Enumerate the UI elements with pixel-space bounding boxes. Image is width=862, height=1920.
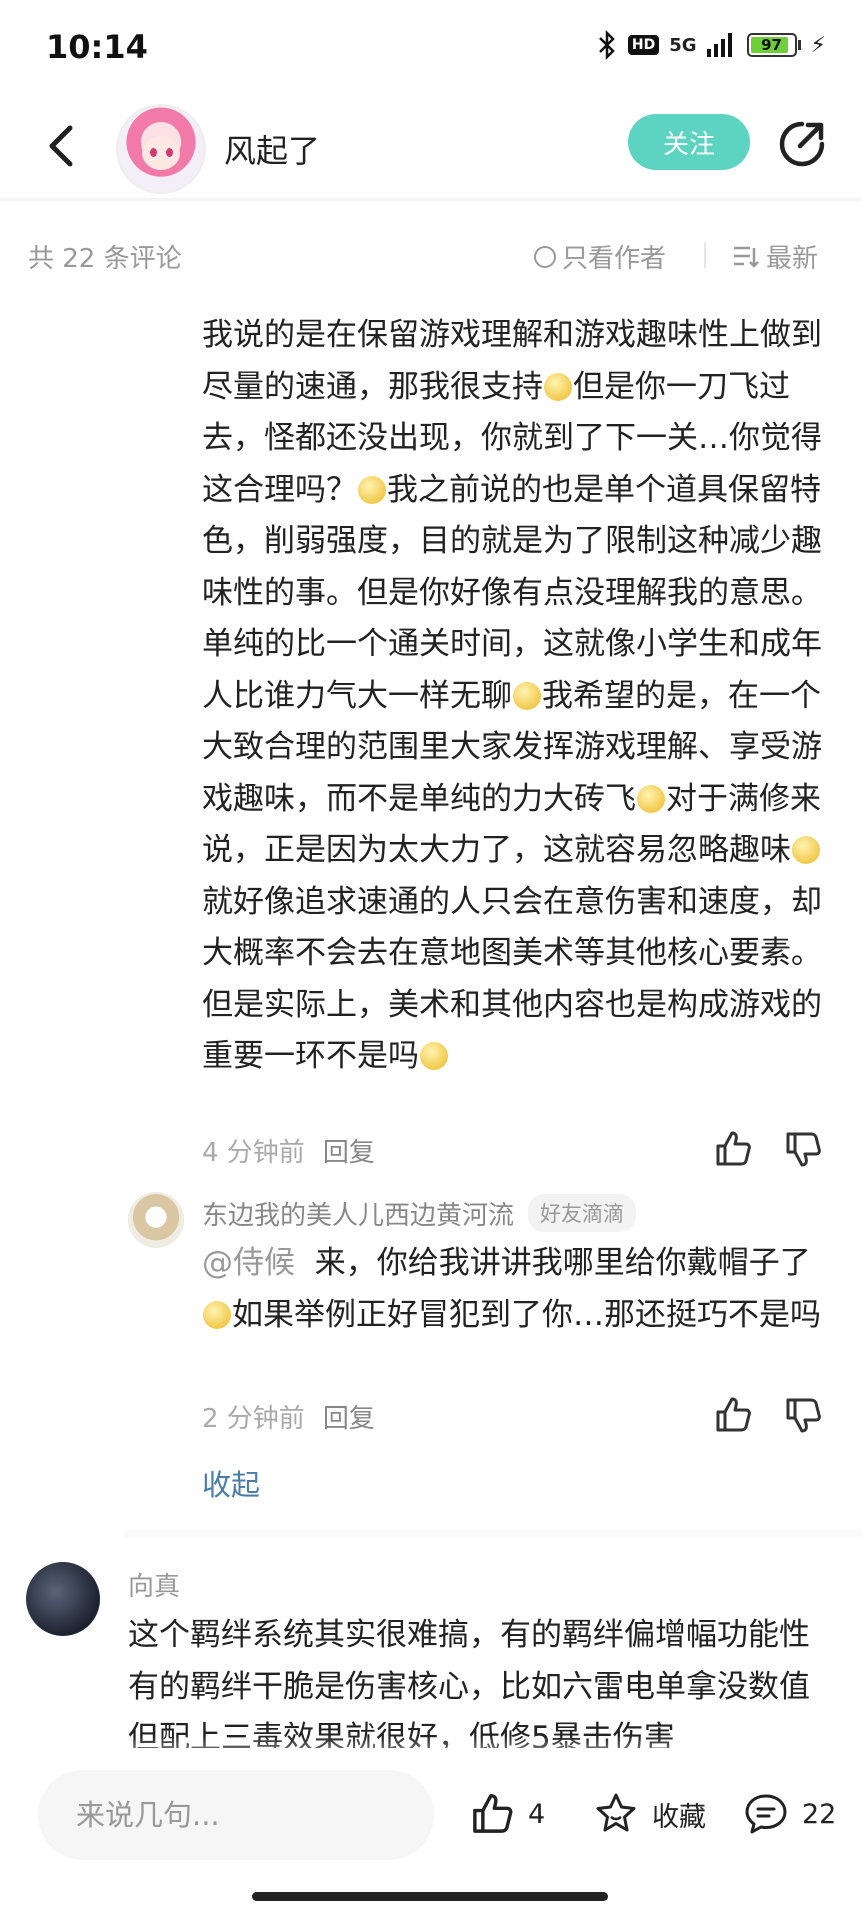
comment-bubble-icon	[745, 1794, 787, 1834]
emoji-icon	[544, 372, 572, 401]
commenter-name[interactable]: 向真	[128, 1566, 180, 1603]
emoji-icon	[203, 1300, 231, 1329]
author-avatar[interactable]	[116, 104, 206, 194]
sort-label: 最新	[766, 244, 819, 274]
comment-body: 我说的是在保留游戏理解和游戏趣味性上做到尽量的速通，那我很支持 但是你一刀飞过去，…	[202, 310, 822, 1083]
thumbs-up-icon	[473, 1794, 513, 1833]
reply-text: 来，你给我讲讲我哪里给你戴帽子了	[314, 1245, 811, 1281]
user-tag-badge: 好友滴滴	[528, 1194, 637, 1232]
comment-time: 4 分钟前	[202, 1138, 305, 1168]
thumbs-up-icon[interactable]	[712, 1128, 754, 1170]
comment-count: 共 22 条评论	[28, 244, 182, 274]
network-type: 5G	[669, 34, 697, 56]
thumbs-down-icon[interactable]	[782, 1128, 824, 1170]
toolbar-separator	[704, 242, 706, 268]
collect-button[interactable]: 收藏	[592, 1790, 706, 1838]
charging-icon: ⚡	[810, 32, 826, 58]
emoji-icon	[358, 475, 386, 504]
like-count: 4	[528, 1798, 546, 1830]
reply-time: 2 分钟前	[202, 1404, 305, 1434]
signal-icon	[706, 33, 732, 57]
share-icon[interactable]	[776, 118, 828, 170]
hd-badge: HD	[627, 35, 660, 55]
only-author-toggle[interactable]: 只看作者	[534, 238, 666, 275]
thumbs-up-icon[interactable]	[712, 1394, 754, 1436]
emoji-icon	[792, 836, 820, 864]
sort-latest-button[interactable]: 最新	[732, 238, 818, 275]
status-icons: HD 5G 97 ⚡	[596, 30, 826, 60]
post-header: 风起了 关注	[0, 96, 862, 196]
battery-level: 97	[761, 36, 782, 54]
comment-meta: 4 分钟前 回复	[202, 1132, 375, 1169]
emoji-icon	[513, 681, 541, 710]
reply-button[interactable]: 回复	[323, 1132, 375, 1169]
reply-button[interactable]: 回复	[323, 1398, 375, 1435]
reply-author-row: 东边我的美人儿西边黄河流 好友滴滴	[202, 1194, 637, 1232]
comments-toolbar: 共 22 条评论 只看作者 最新	[0, 210, 862, 300]
emoji-icon	[420, 1042, 448, 1070]
radio-icon	[534, 245, 556, 268]
author-name[interactable]: 风起了	[224, 126, 320, 172]
reply-avatar[interactable]	[128, 1192, 184, 1248]
commenter-avatar[interactable]	[26, 1562, 100, 1636]
header-divider	[0, 198, 862, 201]
comments-button[interactable]: 22	[742, 1790, 836, 1838]
bluetooth-icon	[599, 30, 615, 60]
battery-icon: 97	[746, 33, 801, 57]
emoji-icon	[637, 784, 665, 813]
reply-body: @侍候 来，你给我讲讲我哪里给你戴帽子了如果举例正好冒犯到了你…那还挺巧不是吗	[202, 1238, 822, 1341]
reply-meta: 2 分钟前 回复	[202, 1398, 375, 1435]
comment-text: 就好像追求速通的人只会在意伤害和速度，却大概率不会去在意地图美术等其他核心要素。…	[202, 883, 822, 1075]
only-author-label: 只看作者	[562, 244, 667, 274]
comment-total: 22	[802, 1798, 837, 1830]
status-time: 10:14	[46, 28, 148, 66]
thumbs-down-icon[interactable]	[782, 1394, 824, 1436]
reply-text: 如果举例正好冒犯到了你…那还挺巧不是吗	[232, 1296, 821, 1333]
star-icon	[596, 1793, 636, 1832]
reply-author-name[interactable]: 东边我的美人儿西边黄河流	[202, 1195, 514, 1232]
sort-icon	[734, 246, 759, 268]
mention-link[interactable]: @侍候	[202, 1245, 295, 1281]
home-indicator[interactable]	[252, 1892, 608, 1901]
follow-button[interactable]: 关注	[628, 114, 750, 170]
comment-input[interactable]	[38, 1770, 434, 1860]
collect-label: 收藏	[652, 1801, 706, 1833]
like-button[interactable]: 4	[468, 1790, 545, 1838]
status-bar: 10:14 HD 5G 97 ⚡	[0, 0, 862, 96]
comment-separator	[124, 1530, 862, 1538]
back-arrow-icon[interactable]	[40, 118, 80, 174]
collapse-replies-button[interactable]: 收起	[202, 1462, 260, 1504]
